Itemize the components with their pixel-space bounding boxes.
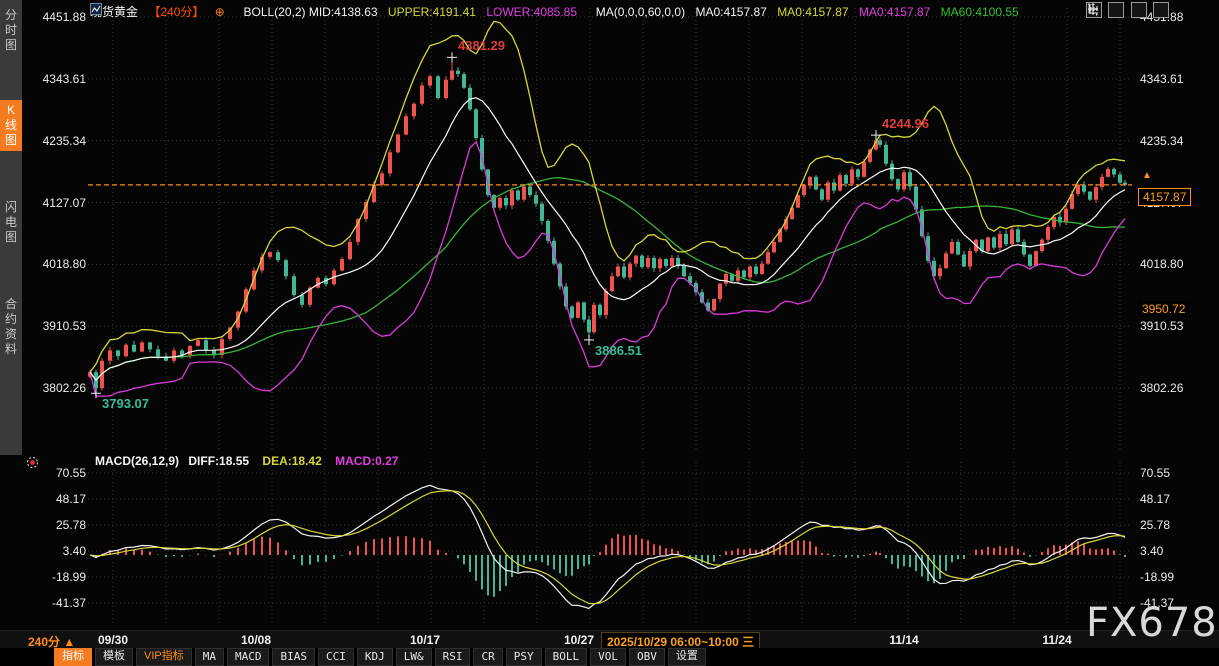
ma-params: MA(0,0,0,60,0,0) — [596, 5, 685, 19]
toolbar-button-CR[interactable]: CR — [473, 648, 502, 666]
price-axis-label-left: 3910.53 — [28, 319, 86, 333]
date-axis: 240分 ▲ 2025/10/29 06:00~10:00 三 09/3010/… — [0, 630, 1219, 649]
toolbar-button-LW&[interactable]: LW& — [396, 648, 432, 666]
chart-tool-icons — [1086, 2, 1171, 20]
price-axis-label-right: 3910.53 — [1140, 319, 1183, 333]
date-tick-09/30: 09/30 — [98, 633, 128, 647]
macd-axis-label-right: 25.78 — [1140, 518, 1170, 532]
toolbar-button-OBV[interactable]: OBV — [629, 648, 665, 666]
current-price-box: 4157.87 — [1138, 188, 1191, 206]
macd-axis-label-left: -41.37 — [28, 596, 86, 610]
macd-axis-label-right: 3.40 — [1140, 544, 1163, 558]
toolbar-button-BIAS[interactable]: BIAS — [272, 648, 315, 666]
reference-price-box: 3950.72 — [1138, 301, 1189, 317]
period-label: 【240分】 — [148, 5, 204, 19]
toolbar-button-BOLL[interactable]: BOLL — [545, 648, 588, 666]
date-tick-10/17: 10/17 — [410, 633, 440, 647]
date-tick-11/14: 11/14 — [889, 633, 918, 647]
price-axis-label-left: 3802.26 — [28, 381, 86, 395]
macd-axis-label-left: 25.78 — [28, 518, 86, 532]
extreme-label-4381.29: 4381.29 — [458, 38, 505, 53]
sidebar-tab-合约资料[interactable]: 合约资料 — [0, 297, 22, 357]
ma0-white-value: MA0:4157.87 — [695, 5, 766, 19]
macd-axis-label-left: 48.17 — [28, 492, 86, 506]
macd-dea-value: DEA:18.42 — [262, 454, 321, 468]
ma0-magenta-value: MA0:4157.87 — [859, 5, 930, 19]
chart-application: { "header": { "symbol": "现货黄金", "period"… — [0, 0, 1219, 666]
extreme-label-3793.07: 3793.07 — [102, 396, 149, 411]
toolbar-button-模板[interactable]: 模板 — [95, 648, 133, 666]
price-axis-label-right: 4343.61 — [1140, 72, 1183, 86]
watermark: FX678 — [1086, 600, 1218, 646]
macd-diff-value: DIFF:18.55 — [188, 454, 249, 468]
macd-axis-label-left: 3.40 — [28, 544, 86, 558]
price-axis-label-left: 4235.34 — [28, 134, 86, 148]
toolbar-button-VIP指标[interactable]: VIP指标 — [136, 648, 192, 666]
toolbar-button-MA[interactable]: MA — [195, 648, 224, 666]
date-tick-11/24: 11/24 — [1042, 633, 1071, 647]
toolbar-button-VOL[interactable]: VOL — [590, 648, 626, 666]
ma0-yellow-value: MA0:4157.87 — [777, 5, 848, 19]
price-axis-label-right: 3802.26 — [1140, 381, 1183, 395]
date-tick-10/08: 10/08 — [241, 633, 271, 647]
macd-axis-label-right: 48.17 — [1140, 492, 1170, 506]
boll-values: BOLL(20,2) MID:4138.63 — [243, 5, 377, 19]
macd-axis-label-right: 70.55 — [1140, 466, 1170, 480]
macd-params: MACD(26,12,9) — [95, 454, 179, 468]
sidebar-tab-分时图[interactable]: 分时图 — [0, 8, 22, 53]
current-price-arrow-icon: ▲ — [1142, 170, 1152, 181]
price-axis-label-right: 4018.80 — [1140, 257, 1183, 271]
period-arrow-icon: ▲ — [63, 635, 75, 649]
price-axis-label-right: 4235.34 — [1140, 134, 1183, 148]
axis-zoom-out-icon[interactable] — [1131, 2, 1147, 18]
candlestick-chart-canvas[interactable] — [0, 0, 1219, 666]
price-axis-label-left: 4018.80 — [28, 257, 86, 271]
price-axis-label-left: 4343.61 — [28, 72, 86, 86]
toolbar-button-CCI[interactable]: CCI — [318, 648, 354, 666]
macd-value: MACD:0.27 — [335, 454, 398, 468]
sidebar: 分时图 K线图闪电图合约资料 — [0, 0, 22, 455]
ma60-value: MA60:4100.55 — [941, 5, 1019, 19]
circle-plus-icon[interactable]: ⊕ — [215, 5, 225, 19]
extreme-label-3886.51: 3886.51 — [595, 343, 642, 358]
toolbar-button-设置[interactable]: 设置 — [668, 648, 706, 666]
indicator-toolbar: 指标模板VIP指标MAMACDBIASCCIKDJLW&RSICRPSYBOLL… — [0, 648, 1219, 666]
sidebar-tab-闪电图[interactable]: 闪电图 — [0, 200, 22, 245]
boll-lower-value: LOWER:4085.85 — [486, 5, 577, 19]
price-axis-label-left: 4451.88 — [28, 10, 86, 24]
toolbar-button-MACD[interactable]: MACD — [227, 648, 270, 666]
exit-pan-icon[interactable] — [1153, 2, 1169, 18]
boll-upper-value: UPPER:4191.41 — [388, 5, 476, 19]
toolbar-button-PSY[interactable]: PSY — [506, 648, 542, 666]
date-tick-10/27: 10/27 — [564, 633, 594, 647]
macd-axis-label-left: -18.99 — [28, 570, 86, 584]
macd-axis-label-right: -18.99 — [1140, 570, 1174, 584]
macd-header: MACD(26,12,9) DIFF:18.55 DEA:18.42 MACD:… — [95, 454, 398, 468]
axis-zoom-in-icon[interactable] — [1108, 2, 1124, 18]
extreme-label-4244.96: 4244.96 — [882, 116, 929, 131]
chart-header: 现货黄金 【240分】 ⊕ BOLL(20,2) MID:4138.63 UPP… — [90, 3, 1026, 20]
price-axis-label-left: 4127.07 — [28, 196, 86, 210]
toolbar-button-RSI[interactable]: RSI — [435, 648, 471, 666]
toolbar-button-指标[interactable]: 指标 — [54, 648, 92, 666]
toolbar-button-KDJ[interactable]: KDJ — [357, 648, 393, 666]
sidebar-tab-K线图[interactable]: K线图 — [0, 100, 22, 151]
